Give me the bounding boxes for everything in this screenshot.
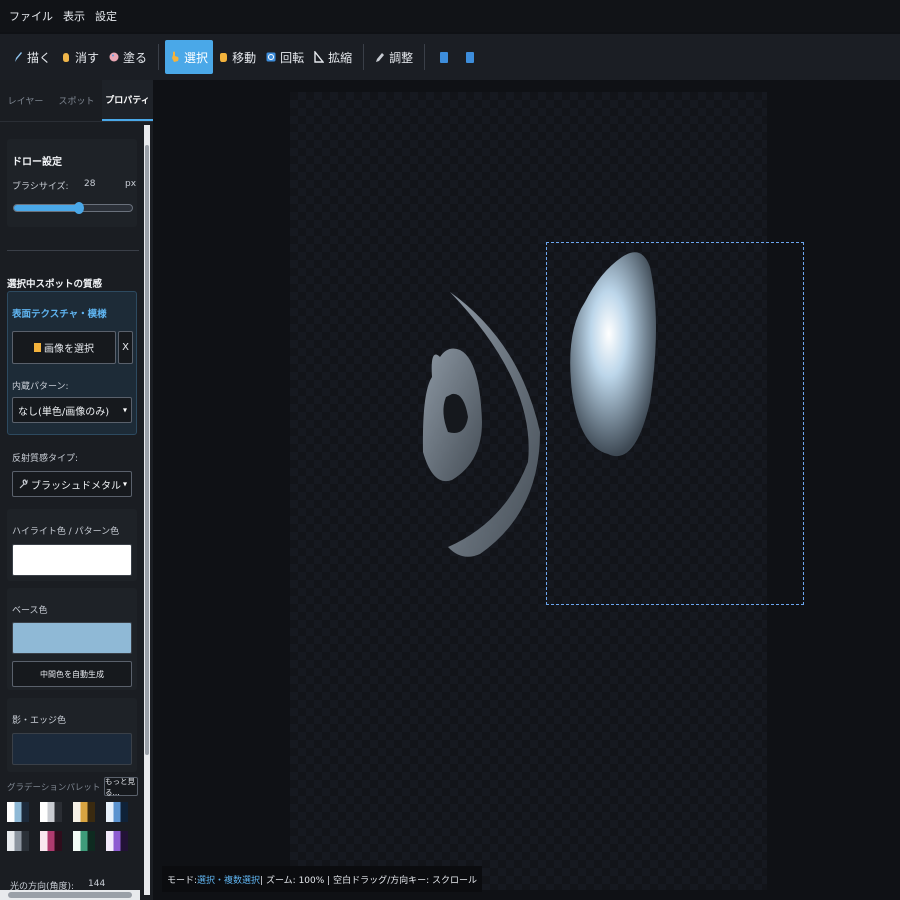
reflect-type-select[interactable]: ブラッシュドメタル ▾ bbox=[12, 471, 132, 497]
draw-tool-button[interactable]: 描く bbox=[8, 40, 56, 74]
auto-midtone-button[interactable]: 中間色を自動生成 bbox=[12, 661, 132, 687]
next-icon[interactable] bbox=[466, 51, 475, 63]
palette-swatch[interactable] bbox=[7, 831, 29, 851]
move-tool-label: 移動 bbox=[232, 50, 257, 65]
move-tool-button[interactable]: 移動 bbox=[213, 40, 261, 74]
previous-icon[interactable] bbox=[440, 51, 449, 63]
brush-size-slider[interactable] bbox=[13, 202, 133, 214]
palette-swatch[interactable] bbox=[73, 831, 95, 851]
tab-spots[interactable]: スポット bbox=[51, 80, 102, 121]
fill-tool-button[interactable]: 塗る bbox=[104, 40, 152, 74]
palette-swatch[interactable] bbox=[106, 802, 128, 822]
workspace[interactable] bbox=[153, 80, 900, 900]
base-color-label: ベース色 bbox=[12, 606, 48, 616]
status-mode-label: モード: bbox=[167, 875, 198, 886]
palette-swatch[interactable] bbox=[40, 802, 62, 822]
toolbar-divider bbox=[424, 44, 426, 70]
palette-label: グラデーションパレット bbox=[7, 783, 101, 793]
status-mode-value: 選択・複数選択 bbox=[197, 875, 261, 886]
palette-swatch[interactable] bbox=[106, 831, 128, 851]
pattern-select-value: なし(単色/画像のみ) bbox=[18, 406, 110, 418]
rotate-icon bbox=[266, 52, 276, 62]
brush-size-label: ブラシサイズ: bbox=[12, 182, 69, 192]
clear-image-button[interactable]: X bbox=[118, 331, 133, 364]
palette-swatch[interactable] bbox=[73, 802, 95, 822]
adjust-tool-label: 調整 bbox=[389, 50, 414, 65]
more-palettes-button[interactable]: もっと見る... bbox=[104, 777, 138, 797]
erase-tool-button[interactable]: 消す bbox=[56, 40, 104, 74]
rotate-tool-button[interactable]: 回転 bbox=[261, 40, 309, 74]
chevron-down-icon: ▾ bbox=[122, 405, 127, 415]
palette-swatch[interactable] bbox=[7, 802, 29, 822]
brush-size-fill bbox=[14, 205, 79, 211]
chevron-down-icon: ▾ bbox=[122, 479, 127, 489]
highlight-color-input[interactable] bbox=[12, 544, 132, 576]
menu-bar: ファイル 表示 設定 bbox=[0, 0, 900, 32]
brush-size-knob[interactable] bbox=[73, 202, 84, 214]
sidebar-horizontal-thumb[interactable] bbox=[8, 892, 132, 898]
menu-settings[interactable]: 設定 bbox=[95, 8, 117, 24]
rotate-tool-label: 回転 bbox=[280, 50, 305, 65]
pen-icon bbox=[376, 53, 385, 62]
palette-icon bbox=[109, 52, 119, 62]
select-tool-button[interactable]: 選択 bbox=[165, 40, 214, 74]
status-bar: モード: 選択・複数選択 | ズーム: 100% | 空白ドラッグ/方向キー: … bbox=[162, 866, 482, 892]
sidebar-horizontal-scrollbar[interactable] bbox=[0, 890, 140, 900]
material-section-title: 選択中スポットの質感 bbox=[7, 279, 103, 290]
choose-image-label: 画像を選択 bbox=[44, 344, 94, 355]
texture-title: 表面テクスチャ・模様 bbox=[12, 309, 107, 320]
grab-hand-icon bbox=[220, 53, 228, 62]
toolbar-divider bbox=[363, 44, 365, 70]
image-file-icon bbox=[34, 343, 41, 352]
brush-size-unit: px bbox=[125, 179, 137, 189]
pattern-label: 内蔵パターン: bbox=[12, 382, 69, 392]
select-tool-label: 選択 bbox=[184, 50, 209, 65]
hand-icon bbox=[63, 53, 70, 62]
section-divider bbox=[7, 250, 139, 251]
tab-layers[interactable]: レイヤー bbox=[0, 80, 51, 121]
brush-size-value: 28 bbox=[84, 179, 96, 189]
shadow-color-input[interactable] bbox=[12, 733, 132, 765]
toolbar: 描く 消す 塗る 選択 移動 回転 拡縮 調整 bbox=[0, 34, 900, 80]
erase-tool-label: 消す bbox=[75, 50, 100, 65]
shadow-color-label: 影・エッジ色 bbox=[12, 716, 67, 726]
pointer-hand-icon bbox=[172, 51, 179, 62]
choose-image-button[interactable]: 画像を選択 bbox=[12, 331, 116, 364]
drawing-canvas[interactable] bbox=[290, 92, 804, 890]
reflect-type-value: ブラッシュドメタル bbox=[31, 480, 121, 492]
toolbar-divider bbox=[158, 44, 160, 70]
triangle-ruler-icon bbox=[314, 51, 325, 63]
selection-box[interactable] bbox=[546, 242, 804, 605]
ring-spot[interactable] bbox=[422, 348, 482, 482]
draw-tool-label: 描く bbox=[27, 50, 52, 65]
reflect-type-label: 反射質感タイプ: bbox=[12, 454, 79, 464]
sidebar-scrollbar[interactable] bbox=[144, 125, 150, 895]
menu-view[interactable]: 表示 bbox=[63, 8, 85, 24]
status-info: | ズーム: 100% | 空白ドラッグ/方向キー: スクロール bbox=[260, 875, 477, 886]
scale-tool-button[interactable]: 拡縮 bbox=[309, 40, 357, 74]
sidebar-scroll-thumb[interactable] bbox=[145, 145, 149, 755]
tab-properties[interactable]: プロパティ bbox=[102, 80, 153, 121]
base-color-input[interactable] bbox=[12, 622, 132, 654]
scale-tool-label: 拡縮 bbox=[328, 50, 353, 65]
pencil-icon bbox=[15, 52, 22, 62]
adjust-tool-button[interactable]: 調整 bbox=[370, 40, 418, 74]
menu-file[interactable]: ファイル bbox=[9, 8, 53, 24]
highlight-color-label: ハイライト色 / パターン色 bbox=[12, 527, 120, 537]
pattern-select[interactable]: なし(単色/画像のみ) ▾ bbox=[12, 397, 132, 423]
fill-tool-label: 塗る bbox=[123, 50, 148, 65]
light-direction-value: 144 bbox=[88, 879, 106, 889]
palette-swatch[interactable] bbox=[40, 831, 62, 851]
wrench-icon bbox=[19, 479, 28, 489]
sidebar-tabs: レイヤー スポット プロパティ bbox=[0, 80, 153, 122]
draw-settings-title: ドロー設定 bbox=[12, 157, 62, 168]
